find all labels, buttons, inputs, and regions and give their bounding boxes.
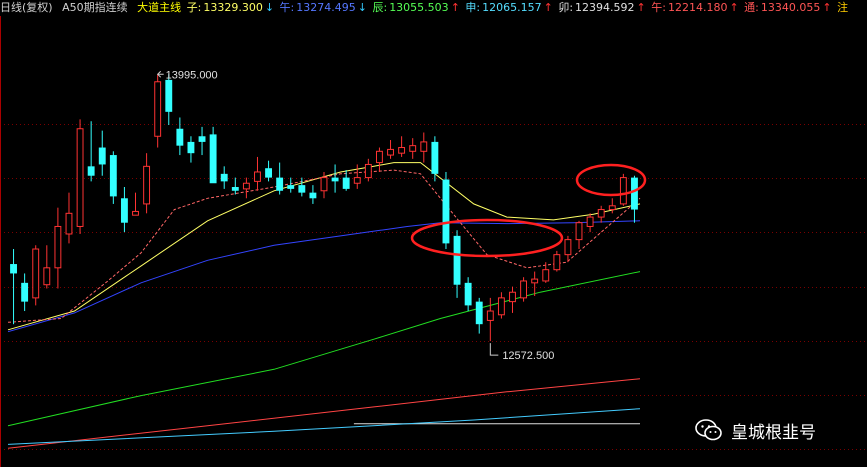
wechat-icon bbox=[695, 419, 722, 441]
candle-body-6 bbox=[76, 128, 84, 227]
ma-label-6: 通: bbox=[740, 1, 759, 14]
candle-body-43 bbox=[486, 310, 494, 321]
instrument-name: A50期指连续 bbox=[62, 1, 128, 14]
ma-value-4: 12394.592 bbox=[575, 1, 635, 14]
candle-body-56 bbox=[631, 177, 638, 210]
candle-body-47 bbox=[531, 278, 539, 284]
candle-body-0 bbox=[10, 264, 17, 274]
candle-body-51 bbox=[575, 222, 583, 241]
candle-body-13 bbox=[154, 81, 162, 137]
candle-body-48 bbox=[542, 269, 550, 282]
ma-value-5: 12214.180 bbox=[667, 1, 728, 14]
ma-arrow-3: ↑ bbox=[543, 1, 553, 14]
candle-body-18 bbox=[209, 134, 217, 184]
candle-body-38 bbox=[431, 141, 439, 174]
candle-body-30 bbox=[342, 177, 350, 189]
candle-body-36 bbox=[409, 145, 417, 152]
candle-body-28 bbox=[320, 177, 328, 192]
candle-body-3 bbox=[43, 267, 51, 286]
candle-body-19 bbox=[220, 173, 228, 182]
indicator-legend: 日线(复权) A50期指连续 大道主线 子: 13329.300 ↓ 午: 13274… bbox=[0, 0, 867, 16]
candle-body-12 bbox=[143, 165, 151, 205]
candle-body-14 bbox=[165, 79, 173, 112]
candle-body-27 bbox=[309, 192, 317, 199]
candle-body-32 bbox=[364, 163, 372, 179]
candle-body-29 bbox=[331, 177, 339, 182]
indicator-line-5 bbox=[7, 408, 641, 445]
candle-body-2 bbox=[32, 248, 40, 299]
candle-body-40 bbox=[453, 235, 461, 285]
candle-body-37 bbox=[420, 141, 428, 152]
candle-body-5 bbox=[65, 212, 73, 235]
ma-value-6: 13340.055 bbox=[760, 1, 821, 14]
candle-body-50 bbox=[564, 239, 572, 256]
chart-period-title: 日线(复权) bbox=[0, 1, 53, 14]
candle-body-22 bbox=[254, 171, 261, 182]
ma-value-0: 13329.300 bbox=[203, 1, 263, 14]
ma-arrow-4: ↑ bbox=[636, 1, 646, 14]
candle-body-53 bbox=[597, 209, 605, 218]
candle-body-33 bbox=[376, 150, 383, 164]
candle-body-10 bbox=[120, 198, 128, 223]
candle-body-42 bbox=[475, 301, 483, 325]
candle-body-1 bbox=[21, 282, 29, 302]
candle-body-24 bbox=[276, 177, 284, 191]
ma-arrow-5: ↑ bbox=[729, 1, 739, 14]
candle-body-31 bbox=[353, 177, 361, 184]
ma-label-3: 申: bbox=[461, 1, 481, 14]
candle-body-17 bbox=[198, 136, 206, 142]
candle-body-7 bbox=[87, 166, 95, 176]
candle-body-25 bbox=[287, 185, 295, 189]
ma-arrow-0: ↓ bbox=[264, 1, 275, 14]
candle-body-21 bbox=[242, 182, 250, 190]
ma-value-3: 12065.157 bbox=[482, 1, 542, 14]
candle-body-54 bbox=[608, 205, 616, 211]
ma-value-list: 子: 13329.300 ↓ 午: 13274.495 ↓ 辰: 13055.503 ↑ 申… bbox=[187, 1, 854, 14]
low-label: 12572.500 bbox=[502, 350, 554, 362]
candle-body-55 bbox=[619, 177, 627, 205]
ma-label-0: 子: bbox=[186, 1, 202, 14]
candle-body-44 bbox=[497, 297, 505, 316]
highlight-circle-low bbox=[410, 218, 564, 258]
ma-value-1: 13274.495 bbox=[296, 1, 356, 14]
indicator-line-2 bbox=[7, 271, 641, 427]
ma-label-5: 午: bbox=[647, 1, 666, 14]
watermark-text: 皇城根韭号 bbox=[731, 422, 816, 443]
ma-value-2: 13055.503 bbox=[389, 1, 449, 14]
candle-body-45 bbox=[509, 291, 516, 303]
candle-body-23 bbox=[265, 168, 272, 178]
candle-body-35 bbox=[398, 147, 406, 154]
indicator-line-4 bbox=[7, 378, 641, 449]
candle-body-15 bbox=[176, 128, 184, 146]
candle-body-49 bbox=[553, 254, 561, 271]
candle-body-41 bbox=[464, 282, 472, 306]
candle-body-16 bbox=[187, 141, 195, 154]
candle-body-26 bbox=[298, 185, 306, 193]
candle-body-4 bbox=[54, 225, 62, 269]
indicator-name: 大道主线 bbox=[137, 1, 182, 14]
candle-body-9 bbox=[109, 155, 117, 197]
watermark: 皇城根韭号 bbox=[695, 415, 865, 445]
candle-body-39 bbox=[442, 179, 450, 244]
ma-label-2: 辰: bbox=[368, 1, 388, 14]
low-marker bbox=[489, 343, 499, 356]
candle-body-8 bbox=[98, 147, 106, 165]
candle-body-52 bbox=[586, 216, 594, 227]
ma-label-4: 卯: bbox=[554, 1, 574, 14]
ma-label-7: 注 bbox=[833, 1, 849, 14]
ma-arrow-2: ↑ bbox=[450, 1, 460, 14]
ma-arrow-6: ↑ bbox=[822, 1, 832, 14]
ma-label-1: 午: bbox=[276, 1, 295, 14]
ma-arrow-1: ↓ bbox=[357, 1, 367, 14]
high-label: 13995.000 bbox=[166, 69, 218, 81]
candle-body-46 bbox=[520, 280, 528, 299]
candle-body-20 bbox=[231, 187, 239, 191]
candle-body-34 bbox=[387, 148, 394, 156]
candle-body-11 bbox=[132, 210, 139, 216]
candlestick-chart: 13995.000 12572.500 bbox=[0, 16, 867, 467]
